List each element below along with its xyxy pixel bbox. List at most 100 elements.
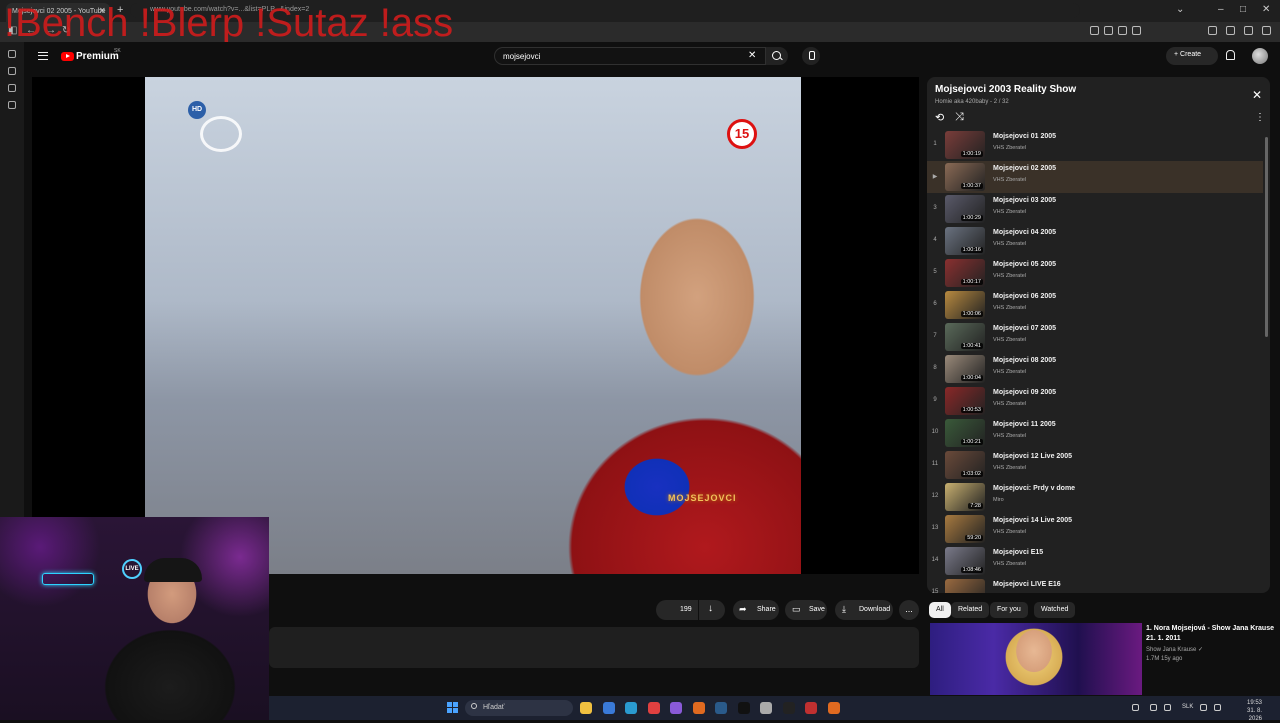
playlist-item[interactable]: 10 1:00:21 Mojsejovci 11 2005 VHS Zberatel (927, 417, 1263, 449)
playlist-item-thumbnail[interactable]: 1:00:06 (945, 291, 985, 319)
playlist-item-channel[interactable]: VHS Zberatel (993, 433, 1026, 439)
tray-chevron-icon[interactable] (1132, 704, 1139, 711)
playlist-scrollbar[interactable] (1265, 137, 1268, 337)
playlist-item-title[interactable]: Mojsejovci 09 2005 (993, 389, 1056, 396)
playlist-item-channel[interactable]: VHS Zberatel (993, 529, 1026, 535)
playlist-item-title[interactable]: Mojsejovci 04 2005 (993, 229, 1056, 236)
recommendation-title[interactable]: 1. Nora Mojsejová - Show Jana Krause 21.… (1146, 624, 1276, 644)
voice-search-button[interactable] (802, 47, 820, 65)
chip-watched[interactable]: Watched (1034, 602, 1076, 618)
playlist-item-thumbnail[interactable]: 1:00:29 (945, 195, 985, 223)
playlist-item-channel[interactable]: VHS Zberatel (993, 465, 1026, 471)
windows-start-icon[interactable] (447, 702, 458, 713)
clock[interactable]: 19:53 31. 8. 2026 (1236, 699, 1262, 723)
search-button[interactable] (766, 47, 788, 65)
translate-icon[interactable] (1118, 26, 1127, 35)
playlist-item-thumbnail[interactable] (945, 579, 985, 593)
playlist-item-title[interactable]: Mojsejovci 06 2005 (993, 293, 1056, 300)
maximize-icon[interactable]: □ (1240, 4, 1246, 15)
menu-icon[interactable] (38, 52, 48, 60)
playlist-item[interactable]: 14 1:08:46 Mojsejovci E15 VHS Zberatel (927, 545, 1263, 577)
playlist-item-thumbnail[interactable]: 7:28 (945, 483, 985, 511)
taskbar-app-icon[interactable] (692, 702, 705, 714)
chip-related[interactable]: Related (951, 602, 990, 618)
playlist-item-channel[interactable]: VHS Zberatel (993, 177, 1026, 183)
playlist-item-channel[interactable]: Miro (993, 497, 1004, 503)
search-input[interactable]: mojsejovci (494, 47, 766, 65)
minimize-icon[interactable]: – (1218, 4, 1224, 15)
browser-menu-icon[interactable] (1262, 26, 1271, 35)
playlist-item[interactable]: ▶ 1:00:37 Mojsejovci 02 2005 VHS Zberatel (927, 161, 1263, 193)
playlist-item-channel[interactable]: VHS Zberatel (993, 337, 1026, 343)
playlist-item[interactable]: 11 1:03:02 Mojsejovci 12 Live 2005 VHS Zber… (927, 449, 1263, 481)
taskbar-search-input[interactable]: Hľadať (465, 700, 573, 716)
sidebar-ai-icon[interactable] (8, 50, 16, 58)
playlist-item-thumbnail[interactable]: 1:00:04 (945, 355, 985, 383)
recommendation-thumbnail[interactable] (930, 623, 1142, 695)
playlist-item-title[interactable]: Mojsejovci LIVE E16 (993, 581, 1061, 588)
playlist-item-title[interactable]: Mojsejovci 03 2005 (993, 197, 1056, 204)
dislike-button[interactable] (699, 600, 725, 620)
chip-all[interactable]: All (929, 602, 951, 618)
playlist-item-channel[interactable]: VHS Zberatel (993, 241, 1026, 247)
playlist-item[interactable]: 6 1:00:06 Mojsejovci 06 2005 VHS Zberatel (927, 289, 1263, 321)
playlist-item-thumbnail[interactable]: 1:00:21 (945, 419, 985, 447)
playlist-title[interactable]: Mojsejovci 2003 Reality Show (935, 84, 1076, 95)
playlist-item-thumbnail[interactable]: 1:00:16 (945, 227, 985, 255)
taskbar-app-icon[interactable] (827, 702, 840, 714)
shuffle-icon[interactable]: ⤨ (955, 111, 964, 124)
taskbar-app-icon[interactable] (625, 702, 637, 714)
playlist-item-title[interactable]: Mojsejovci 08 2005 (993, 357, 1056, 364)
playlist-menu-icon[interactable]: ⋮ (1255, 112, 1265, 123)
playlist-item-thumbnail[interactable]: 1:00:41 (945, 323, 985, 351)
description-box[interactable] (269, 627, 919, 668)
playlist-item-thumbnail[interactable]: 1:08:46 (945, 547, 985, 575)
taskbar-app-icon[interactable] (737, 702, 750, 714)
taskbar-app-icon[interactable] (670, 702, 682, 714)
playlist-item-title[interactable]: Mojsejovci 05 2005 (993, 261, 1056, 268)
playlist-close-icon[interactable]: ✕ (1252, 88, 1262, 102)
tray-wifi-icon[interactable] (1200, 704, 1207, 711)
playlist-item[interactable]: 8 1:00:04 Mojsejovci 08 2005 VHS Zberatel (927, 353, 1263, 385)
create-button[interactable]: + Create (1166, 47, 1218, 65)
playlist-item[interactable]: 5 1:00:17 Mojsejovci 05 2005 VHS Zberatel (927, 257, 1263, 289)
taskbar-app-icon[interactable] (805, 702, 817, 714)
tab-search-icon[interactable]: ⌄ (1176, 4, 1184, 15)
taskbar-app-icon[interactable] (602, 702, 615, 714)
playlist-item[interactable]: 4 1:00:16 Mojsejovci 04 2005 VHS Zberatel (927, 225, 1263, 257)
taskbar-app-icon[interactable] (760, 702, 772, 714)
more-actions-button[interactable]: ... (899, 600, 919, 620)
tray-network-icon[interactable] (1150, 704, 1157, 711)
youtube-logo-icon[interactable] (61, 52, 74, 61)
playlist-item-thumbnail[interactable]: 1:03:02 (945, 451, 985, 479)
like-button[interactable]: 199 (656, 600, 698, 620)
notifications-bell-icon[interactable] (1226, 50, 1235, 60)
taskbar-app-icon[interactable] (782, 702, 795, 714)
playlist-item-thumbnail[interactable]: 1:00:19 (945, 131, 985, 159)
playlist-item-title[interactable]: Mojsejovci 07 2005 (993, 325, 1056, 332)
window-close-icon[interactable]: ✕ (1262, 4, 1270, 15)
cast-icon[interactable] (1090, 26, 1099, 35)
brand-premium[interactable]: Premium (76, 51, 119, 62)
playlist-item[interactable]: 3 1:00:29 Mojsejovci 03 2005 VHS Zberatel (927, 193, 1263, 225)
playlist-item-channel[interactable]: VHS Zberatel (993, 305, 1026, 311)
sidebar-history-icon[interactable] (8, 84, 16, 92)
taskbar-app-icon[interactable] (580, 702, 592, 714)
playlist-item-channel[interactable]: VHS Zberatel (993, 369, 1026, 375)
assistant-icon[interactable] (1244, 26, 1253, 35)
playlist-item-title[interactable]: Mojsejovci: Prdy v dome (993, 485, 1075, 492)
playlist-item-title[interactable]: Mojsejovci 14 Live 2005 (993, 517, 1072, 524)
playlist-item-thumbnail[interactable]: 1:00:53 (945, 387, 985, 415)
playlist-item-thumbnail[interactable]: 1:00:17 (945, 259, 985, 287)
playlist-item-title[interactable]: Mojsejovci 11 2005 (993, 421, 1056, 428)
playlist-item-thumbnail[interactable]: 59:20 (945, 515, 985, 543)
taskbar-app-icon[interactable] (715, 702, 727, 714)
playlist-item-title[interactable]: Mojsejovci 02 2005 (993, 165, 1056, 172)
playlist-item-channel[interactable]: VHS Zberatel (993, 273, 1026, 279)
keyboard-language[interactable]: SLK (1182, 704, 1193, 710)
chip-for-you[interactable]: For you (990, 602, 1028, 618)
playlist-item-title[interactable]: Mojsejovci 01 2005 (993, 133, 1056, 140)
playlist-item-thumbnail[interactable]: 1:00:37 (945, 163, 985, 191)
playlist-item[interactable]: 15 Mojsejovci LIVE E16 (927, 577, 1263, 593)
taskbar-app-icon[interactable] (647, 702, 660, 714)
